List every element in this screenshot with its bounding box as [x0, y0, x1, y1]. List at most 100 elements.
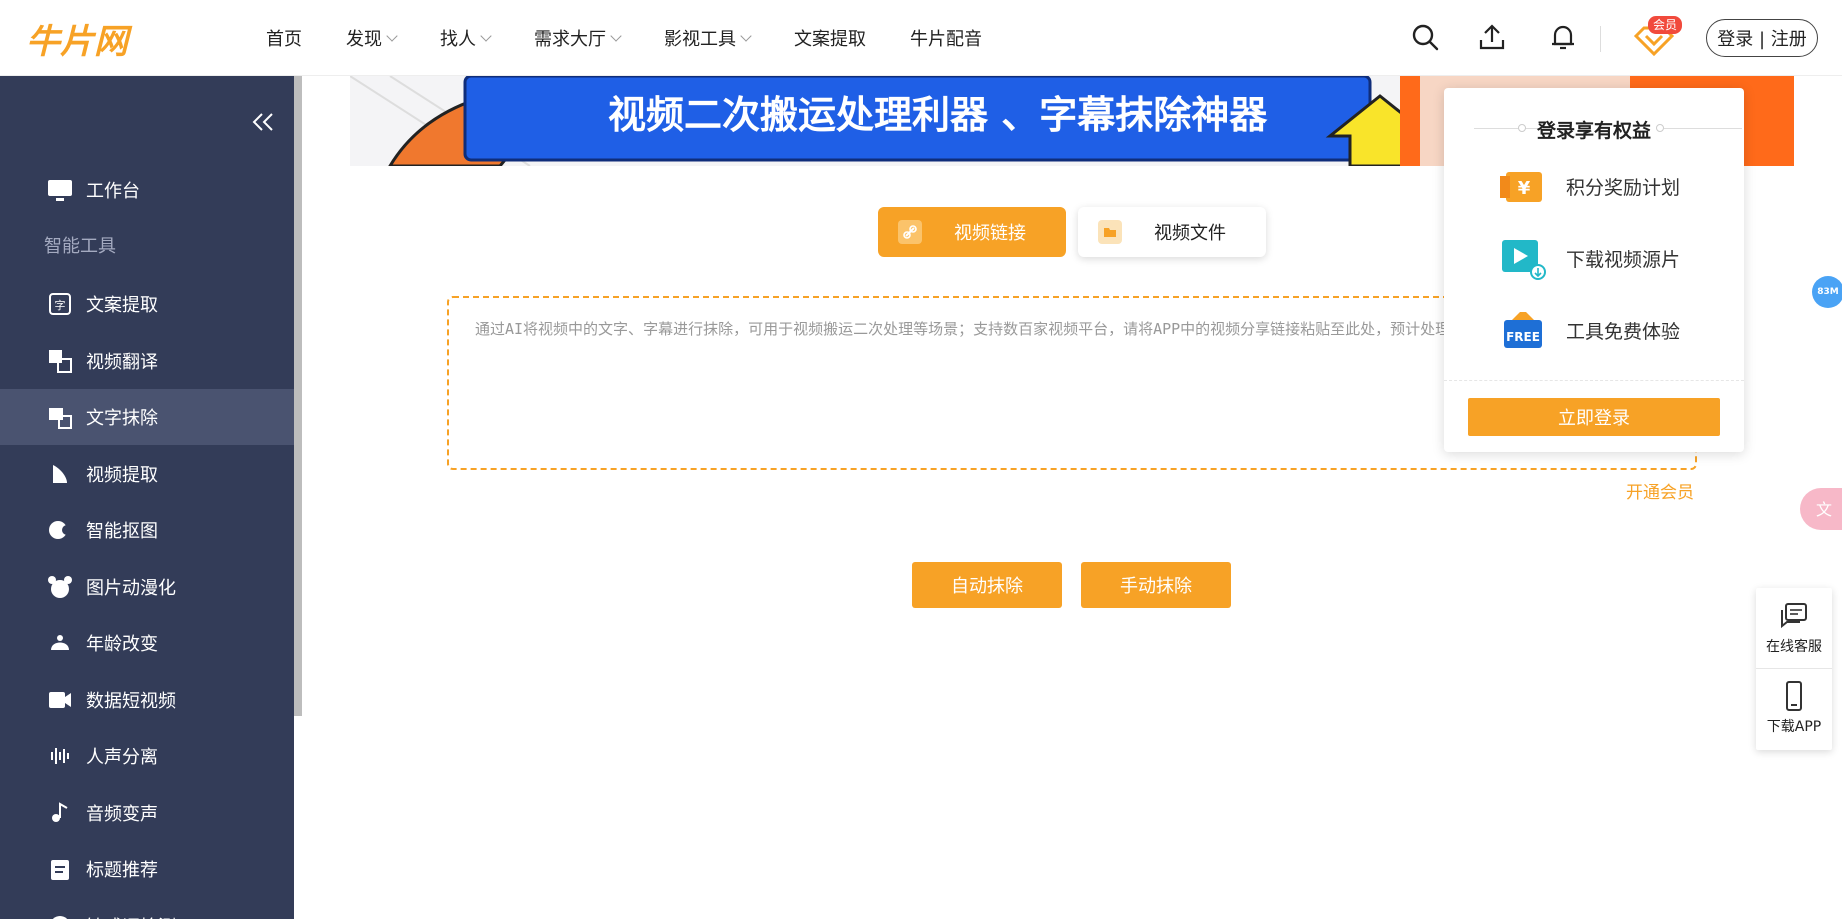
monitor-icon	[46, 176, 74, 204]
age-icon	[46, 629, 74, 657]
chevron-down-icon	[386, 30, 398, 42]
data-video-icon	[46, 686, 74, 714]
service-panel: 在线客服 下载APP	[1756, 588, 1832, 750]
auto-erase-button[interactable]: 自动抹除	[912, 562, 1062, 608]
sidebar-item-label: 工作台	[86, 181, 140, 202]
sidebar-item[interactable]: 视频翻译	[0, 333, 294, 389]
tab-label: 视频文件	[1154, 223, 1226, 244]
sidebar-item-label: 视频提取	[86, 464, 158, 486]
collapse-sidebar-icon[interactable]	[250, 111, 276, 133]
svg-text:FREE: FREE	[1506, 330, 1540, 344]
online-service-button[interactable]: 在线客服	[1756, 588, 1832, 668]
translate-float-icon[interactable]: 文	[1800, 488, 1842, 530]
tab-label: 视频链接	[954, 223, 1026, 244]
sidebar-item-label: 敏感词检测	[86, 913, 176, 919]
sidebar-item[interactable]: 字 文案提取	[0, 276, 294, 332]
title-recommend-icon	[46, 855, 74, 883]
nav-item-label: 找人	[440, 29, 476, 50]
banner-text: 视频二次搬运处理利器 、字幕抹除神器	[608, 93, 1268, 137]
sidebar: 工作台 智能工具 字 文案提取视频翻译文字抹除视频提取智能抠图图片动漫化年龄改变数…	[0, 76, 294, 919]
matting-icon	[46, 516, 74, 544]
sidebar-item[interactable]: 数据短视频	[0, 672, 294, 728]
popup-title: 登录享有权益	[1536, 120, 1651, 142]
login-benefits-popup: 登录享有权益 ¥ 积分奖励计划 下载视频源片 FREE 工具免费体验 立即登录	[1444, 88, 1744, 452]
vip-badge: 会员	[1648, 16, 1683, 34]
header-divider	[1600, 26, 1601, 52]
sidebar-item[interactable]: 人声分离	[0, 728, 294, 784]
main-nav: 首页 发现 找人 需求大厅 影视工具 文案提取 牛片配音	[266, 0, 1026, 76]
link-icon	[898, 220, 922, 244]
nav-item[interactable]: 发现	[346, 25, 398, 51]
sidebar-item[interactable]: T 敏感词检测	[0, 898, 294, 919]
nav-item[interactable]: 首页	[266, 25, 302, 51]
svg-text:¥: ¥	[1518, 178, 1531, 199]
sidebar-item-label: 人声分离	[86, 747, 158, 768]
perk-points: ¥ 积分奖励计划	[1500, 164, 1740, 208]
top-header: 牛片网 首页 发现 找人 需求大厅 影视工具 文案提取 牛片配音 会员 登录 | 注册	[0, 0, 1842, 76]
perk-free: FREE 工具免费体验	[1500, 308, 1740, 352]
tab-video-file[interactable]: 视频文件	[1078, 207, 1266, 257]
svg-text:文: 文	[1816, 500, 1832, 519]
free-icon: FREE	[1500, 308, 1546, 352]
translate-icon	[46, 347, 74, 375]
nav-item-label: 文案提取	[794, 29, 866, 50]
download-app-button[interactable]: 下载APP	[1756, 668, 1832, 748]
source-tabs: 视频链接 视频文件	[878, 207, 1278, 257]
sidebar-item[interactable]: 文字抹除	[0, 389, 294, 445]
memory-badge[interactable]: 83M	[1812, 276, 1842, 308]
nav-item[interactable]: 需求大厅	[534, 25, 622, 51]
folder-icon	[1098, 220, 1122, 244]
chevron-down-icon	[740, 30, 752, 42]
nav-item-label: 发现	[346, 29, 382, 50]
perk-label: 下载视频源片	[1566, 248, 1681, 271]
nav-item[interactable]: 文案提取	[794, 25, 866, 51]
sidebar-item-label: 智能抠图	[86, 521, 158, 542]
perk-label: 工具免费体验	[1566, 320, 1681, 343]
nav-item[interactable]: 找人	[440, 25, 492, 51]
sidebar-item[interactable]: 标题推荐	[0, 841, 294, 897]
text-extract-icon: 字	[46, 290, 74, 318]
voice-change-icon	[46, 799, 74, 827]
anime-icon	[46, 573, 74, 601]
sidebar-item-workbench[interactable]: 工作台	[0, 162, 294, 218]
sidebar-item-label: 音频变声	[86, 803, 158, 825]
upload-icon[interactable]	[1477, 22, 1507, 52]
sidebar-scrollbar[interactable]	[294, 76, 302, 716]
chevron-down-icon	[610, 30, 622, 42]
bell-icon[interactable]	[1548, 22, 1578, 52]
svg-text:牛片网: 牛片网	[26, 22, 133, 60]
login-now-button[interactable]: 立即登录	[1468, 398, 1720, 436]
svg-text:字: 字	[55, 298, 66, 312]
download-app-label: 下载APP	[1766, 719, 1822, 735]
sidebar-item[interactable]: 图片动漫化	[0, 559, 294, 615]
chevron-down-icon	[480, 30, 492, 42]
video-extract-icon	[46, 460, 74, 488]
text-erase-icon	[46, 403, 74, 431]
perk-download: 下载视频源片	[1500, 236, 1740, 280]
sidebar-item-label: 图片动漫化	[86, 577, 176, 599]
site-logo[interactable]: 牛片网	[26, 20, 171, 62]
sensitive-word-icon: T	[46, 912, 74, 919]
nav-item[interactable]: 牛片配音	[910, 25, 982, 51]
sidebar-item-label: 标题推荐	[86, 860, 158, 881]
login-register-button[interactable]: 登录 | 注册	[1706, 19, 1818, 57]
sidebar-section-title: 智能工具	[44, 236, 116, 257]
nav-item-label: 首页	[266, 29, 302, 50]
popup-divider	[1444, 380, 1744, 381]
sidebar-item[interactable]: 音频变声	[0, 785, 294, 841]
nav-item-label: 影视工具	[664, 29, 736, 50]
search-icon[interactable]	[1410, 22, 1440, 52]
voice-separate-icon	[46, 742, 74, 770]
sidebar-item-label: 视频翻译	[86, 351, 158, 373]
sidebar-item[interactable]: 视频提取	[0, 446, 294, 502]
manual-erase-button[interactable]: 手动抹除	[1081, 562, 1231, 608]
tab-video-link[interactable]: 视频链接	[878, 207, 1066, 257]
sidebar-item[interactable]: 年龄改变	[0, 615, 294, 671]
perk-label: 积分奖励计划	[1566, 176, 1681, 199]
sidebar-item[interactable]: 智能抠图	[0, 502, 294, 558]
download-video-icon	[1500, 236, 1546, 280]
sidebar-item-label: 文案提取	[86, 295, 158, 316]
open-vip-link[interactable]: 开通会员	[1626, 478, 1694, 503]
sidebar-item-label: 文字抹除	[86, 408, 158, 429]
nav-item[interactable]: 影视工具	[664, 25, 752, 51]
